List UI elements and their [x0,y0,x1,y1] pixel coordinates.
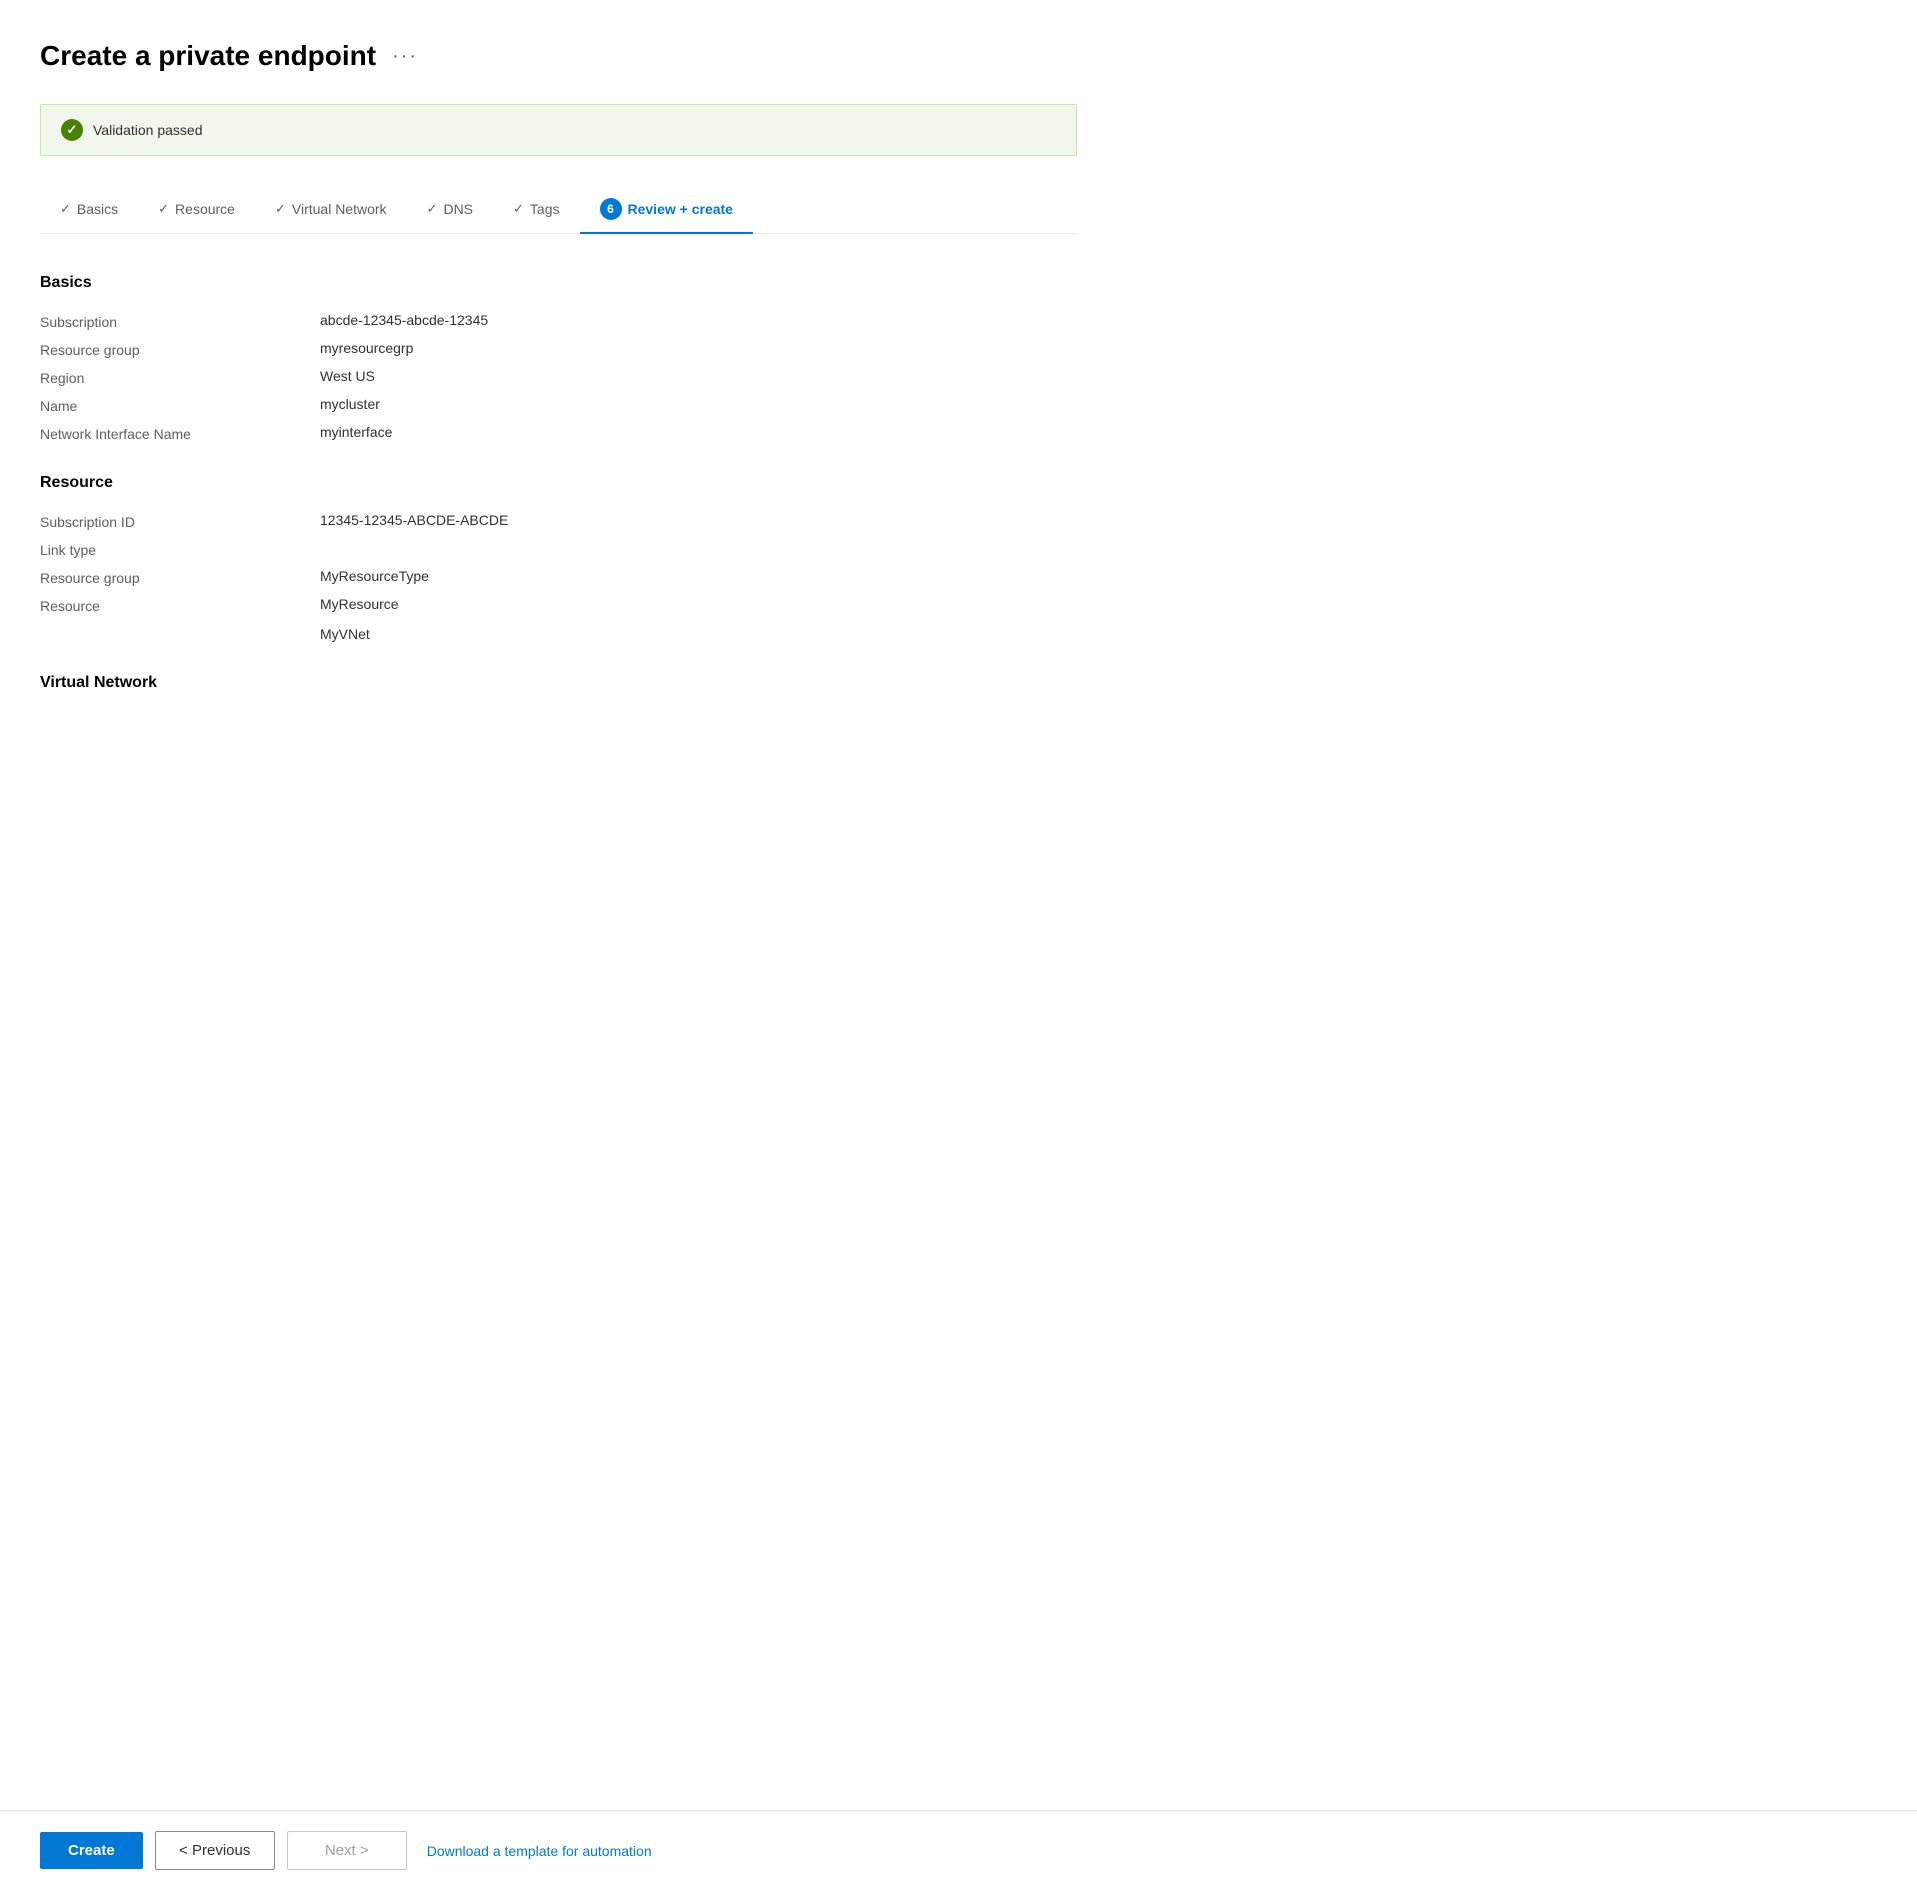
field-label-subscription: Subscription [40,312,320,330]
more-options-icon[interactable]: ··· [392,45,418,68]
validation-text: Validation passed [93,122,202,138]
field-label-subscription-id: Subscription ID [40,512,320,530]
field-label-nic-name: Network Interface Name [40,424,320,442]
field-label-resource-group-basics: Resource group [40,340,320,358]
next-button: Next > [287,1831,407,1870]
field-value-resource-group-resource: MyResourceType [320,568,429,584]
tags-check-icon: ✓ [513,201,524,217]
field-value-nic-name: myinterface [320,424,392,440]
tab-dns-label: DNS [443,201,473,217]
basics-check-icon: ✓ [60,201,71,217]
field-row-nic-name: Network Interface Name myinterface [40,424,1077,442]
resource-section-title: Resource [40,474,1077,492]
field-value-resource-group-basics: myresourcegrp [320,340,413,356]
tab-tags[interactable]: ✓ Tags [493,191,579,231]
tab-review-create[interactable]: 6 Review + create [580,188,753,234]
dns-check-icon: ✓ [427,201,438,217]
field-label-name: Name [40,396,320,414]
field-label-region: Region [40,368,320,386]
content-area: Basics Subscription abcde-12345-abcde-12… [40,274,1077,752]
page-title: Create a private endpoint [40,40,376,72]
field-label-link-type: Link type [40,540,320,558]
field-label-resource-group-resource: Resource group [40,568,320,586]
basics-section-title: Basics [40,274,1077,292]
create-button[interactable]: Create [40,1832,143,1869]
validation-check-icon [61,119,83,141]
field-value-myvnet: MyVNet [320,626,370,642]
tabs-container: ✓ Basics ✓ Resource ✓ Virtual Network ✓ … [40,188,1077,234]
tab-virtual-network[interactable]: ✓ Virtual Network [255,191,407,231]
review-create-badge: 6 [600,198,622,220]
field-value-region: West US [320,368,375,384]
bottom-bar: Create < Previous Next > Download a temp… [0,1810,1917,1890]
field-value-subscription: abcde-12345-abcde-12345 [320,312,488,328]
field-row-myvnet: MyVNet [40,626,1077,642]
field-label-myvnet [40,626,320,628]
page-title-container: Create a private endpoint ··· [40,40,1077,72]
field-value-name: mycluster [320,396,380,412]
resource-check-icon: ✓ [158,201,169,217]
tab-basics[interactable]: ✓ Basics [40,191,138,231]
download-template-link[interactable]: Download a template for automation [427,1843,652,1859]
field-row-subscription: Subscription abcde-12345-abcde-12345 [40,312,1077,330]
tab-tags-label: Tags [530,201,560,217]
field-label-resource: Resource [40,596,320,614]
tab-review-create-label: Review + create [628,201,733,217]
tab-dns[interactable]: ✓ DNS [407,191,493,231]
tab-resource-label: Resource [175,201,235,217]
field-row-name: Name mycluster [40,396,1077,414]
tab-resource[interactable]: ✓ Resource [138,191,255,231]
field-row-resource-group-resource: Resource group MyResourceType [40,568,1077,586]
tab-virtual-network-label: Virtual Network [292,201,387,217]
tab-basics-label: Basics [77,201,118,217]
virtual-network-check-icon: ✓ [275,201,286,217]
field-row-subscription-id: Subscription ID 12345-12345-ABCDE-ABCDE [40,512,1077,530]
virtual-network-section-title: Virtual Network [40,674,1077,692]
field-row-link-type: Link type [40,540,1077,558]
field-row-resource-group-basics: Resource group myresourcegrp [40,340,1077,358]
field-row-region: Region West US [40,368,1077,386]
field-value-subscription-id: 12345-12345-ABCDE-ABCDE [320,512,508,528]
validation-banner: Validation passed [40,104,1077,156]
previous-button[interactable]: < Previous [155,1831,275,1870]
field-value-resource: MyResource [320,596,399,612]
field-row-resource: Resource MyResource [40,596,1077,614]
